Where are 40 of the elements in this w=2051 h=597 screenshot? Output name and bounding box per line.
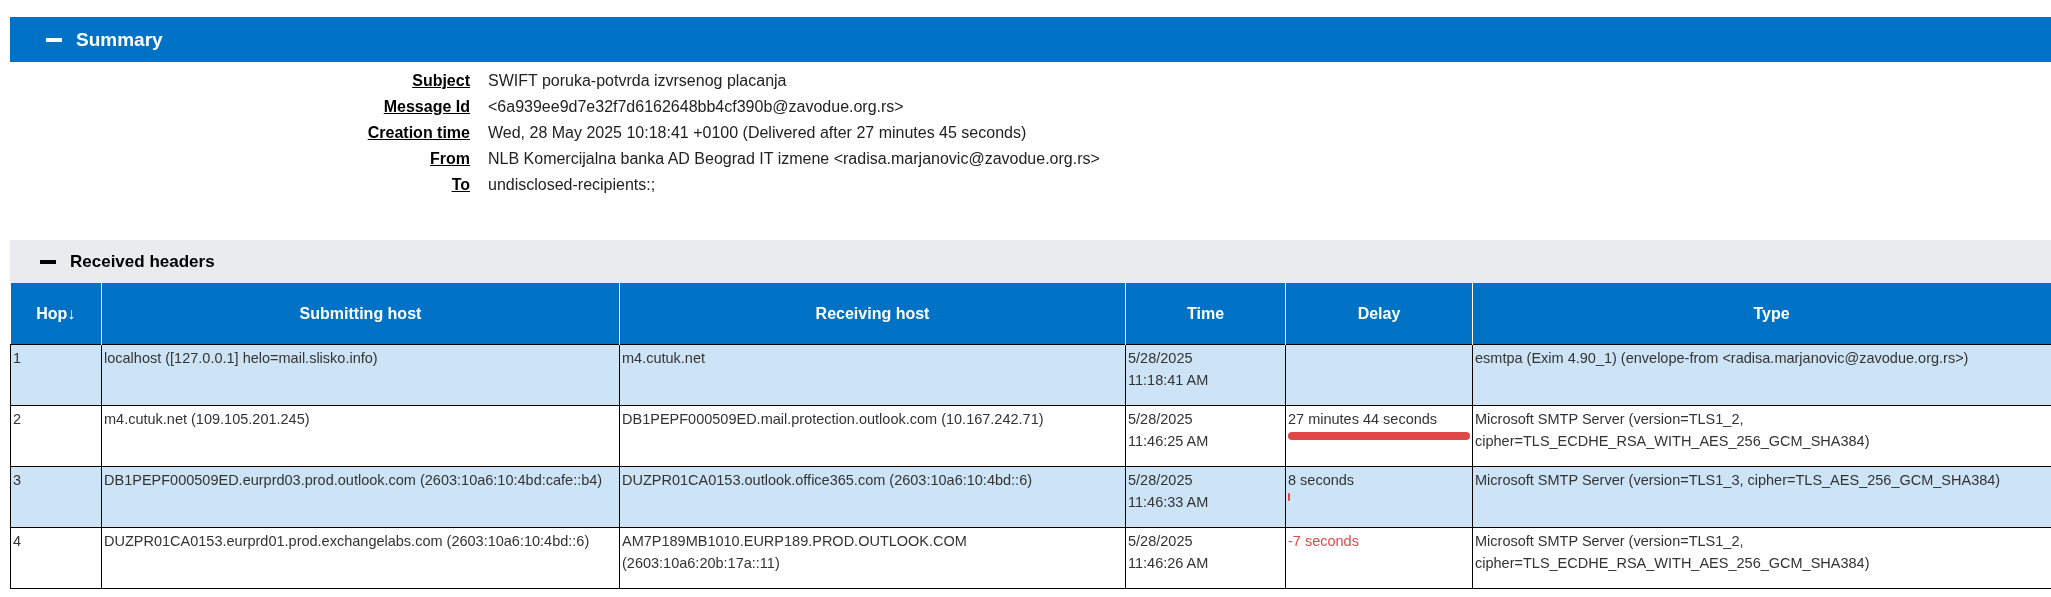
table-cell: esmtpa (Exim 4.90_1) (envelope-from <radisa.marjanovic@zavodue.org.rs>) <box>1472 344 2051 406</box>
table-cell: 5/28/2025 11:46:25 AM <box>1125 405 1286 467</box>
delay-text: 8 seconds <box>1288 471 1356 490</box>
table-cell: 5/28/2025 11:18:41 AM <box>1125 344 1286 406</box>
table-cell: localhost ([127.0.0.1] helo=mail.slisko.info) <box>101 344 620 406</box>
table-cell: m4.cutuk.net (109.105.201.245) <box>101 405 620 467</box>
table-cell: 4 <box>10 527 102 589</box>
field-label: From <box>429 149 470 169</box>
field-value: NLB Komercijalna banka AD Beograd IT izmene <radisa.marjanovic@zavodue.org.rs> <box>488 149 1101 169</box>
section-title: Received headers <box>70 251 215 272</box>
table-cell: 5/28/2025 11:46:33 AM <box>1125 466 1286 528</box>
field-value: <6a939ee9d7e32f7d6162648bb4cf390b@zavodue.org.rs> <box>488 97 905 117</box>
table-cell: 2 <box>10 405 102 467</box>
field-value: SWIFT poruka-potvrda izvrsenog placanja <box>488 71 788 91</box>
delay-text: 27 minutes 44 seconds <box>1288 410 1439 429</box>
table-cell: 1 <box>10 344 102 406</box>
field-value: undisclosed-recipients:; <box>488 175 657 195</box>
field-label: To <box>450 175 470 195</box>
delay-text: -7 seconds <box>1288 532 1360 551</box>
field-value: Wed, 28 May 2025 10:18:41 +0100 (Delivered after 27 minutes 45 seconds) <box>488 123 1028 143</box>
time-header[interactable]: Time <box>1125 283 1286 345</box>
section-header[interactable]: Received headers <box>10 240 2051 283</box>
field-label: Subject <box>411 71 470 91</box>
section-header[interactable]: Summary <box>10 17 2051 62</box>
delay-header[interactable]: Delay <box>1285 283 1473 345</box>
table-cell: DUZPR01CA0153.eurprd01.prod.exchangelabs.com (2603:10a6:10:4bd::6) <box>101 527 620 589</box>
table-cell: DB1PEPF000509ED.eurprd03.prod.outlook.com (2603:10a6:10:4bd:cafe::b4) <box>101 466 620 528</box>
hop-header[interactable]: Hop↓ <box>10 283 102 345</box>
table-cell: 5/28/2025 11:46:26 AM <box>1125 527 1286 589</box>
table-cell: DB1PEPF000509ED.mail.protection.outlook.com (10.167.242.71) <box>619 405 1126 467</box>
table-cell: 3 <box>10 466 102 528</box>
table-cell: m4.cutuk.net <box>619 344 1126 406</box>
table-cell: AM7P189MB1010.EURP189.PROD.OUTLOOK.COM (2603:10a6:20b:17a::11) <box>619 527 1126 589</box>
submitting-host-header[interactable]: Submitting host <box>101 283 620 345</box>
section-title: Summary <box>76 28 163 51</box>
receiving-host-header[interactable]: Receiving host <box>619 283 1126 345</box>
type-header[interactable]: Type <box>1472 283 2051 345</box>
table-cell: DUZPR01CA0153.outlook.office365.com (2603:10a6:10:4bd::6) <box>619 466 1126 528</box>
field-label: Message Id <box>382 97 470 117</box>
field-label: Creation time <box>366 123 470 143</box>
